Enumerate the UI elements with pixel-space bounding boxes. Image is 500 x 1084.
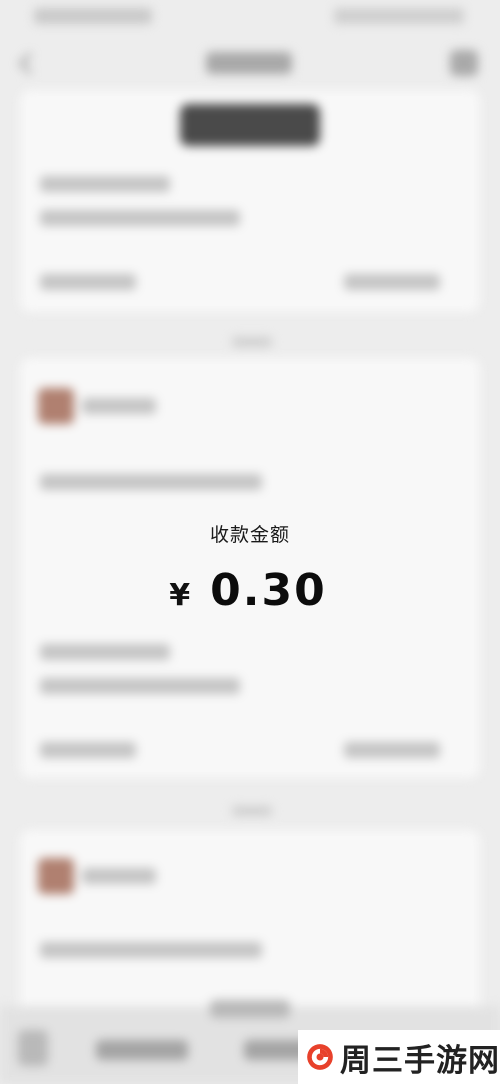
currency-symbol: ¥ [169, 578, 191, 613]
footer-line [40, 742, 136, 758]
avatar-icon [38, 858, 74, 894]
nav-title [206, 52, 292, 74]
message-card[interactable] [20, 830, 480, 1020]
sender-line [82, 868, 156, 884]
logo-icon [307, 1044, 333, 1070]
back-arrow-icon[interactable] [18, 52, 41, 75]
footer-line [40, 274, 136, 290]
amount-label: 收款金额 [209, 524, 290, 546]
more-icon[interactable] [450, 50, 478, 76]
avatar-icon [38, 388, 74, 424]
nav-bar [0, 40, 500, 88]
watermark-text: 周三手游网 [340, 1042, 500, 1079]
status-bar-right [334, 8, 464, 24]
amount-row: ¥ 0.30 [0, 565, 500, 616]
amount-overlay: 收款金额 ¥ 0.30 [0, 520, 500, 616]
footer-line [344, 742, 440, 758]
watermark: 周三手游网 [298, 1030, 500, 1084]
status-bar-left [34, 8, 152, 24]
bottom-menu-button[interactable] [96, 1040, 188, 1060]
detail-line [40, 678, 240, 694]
keyboard-icon[interactable] [18, 1030, 48, 1066]
detail-line [40, 176, 170, 192]
footer-line [344, 274, 440, 290]
timestamp [232, 337, 272, 347]
status-bar [0, 0, 500, 36]
message-card[interactable] [20, 90, 480, 312]
floating-hint [210, 1000, 290, 1018]
detail-line [40, 210, 240, 226]
amount-value: 0.30 [210, 565, 327, 616]
timestamp [232, 806, 272, 816]
amount-blur [180, 104, 320, 146]
detail-line [40, 644, 170, 660]
sender-line [82, 398, 156, 414]
message-line [40, 474, 262, 490]
message-line [40, 942, 262, 958]
